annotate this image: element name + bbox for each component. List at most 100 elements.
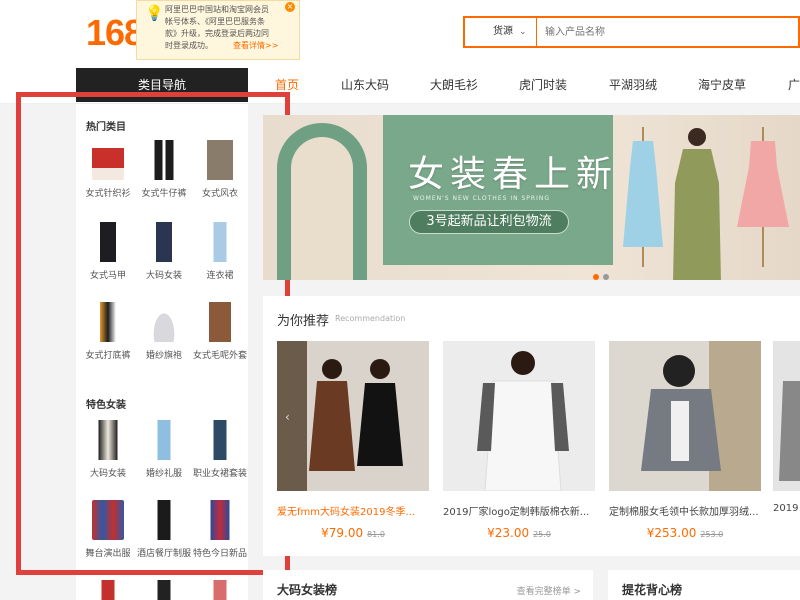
stage-costume-thumbnail <box>92 500 124 540</box>
category-label: 女式打底裤 <box>85 351 131 361</box>
category-item[interactable]: 女式风衣 <box>192 140 248 202</box>
product-image <box>773 341 800 491</box>
uniform-thumbnail <box>148 500 180 540</box>
cape-thumbnail <box>204 500 236 540</box>
category-label: 连衣裙 <box>206 271 234 281</box>
view-details-link[interactable]: 查看详情>> <box>233 41 278 50</box>
product-card[interactable]: ‹ 爱无fmm大码女装2019冬季... ¥79.00 81.0 <box>277 341 429 540</box>
product-image <box>443 341 595 492</box>
category-item[interactable]: 职业女裙套装 <box>192 420 248 482</box>
category-item[interactable]: 婚纱旗袍 <box>136 302 192 364</box>
site-logo[interactable]: 168 <box>86 12 144 54</box>
nav-item-pinghu[interactable]: 平湖羽绒 <box>609 76 657 93</box>
category-item[interactable]: 舞台演出服 <box>80 500 136 562</box>
category-item[interactable]: 女式牛仔裤 <box>136 140 192 202</box>
category-item[interactable]: 酒店餐厅制服 <box>136 500 192 562</box>
recommendation-section: 为你推荐 Recommendation ‹ 爱无fmm大码女装2019冬季...… <box>263 296 800 556</box>
nav-item-dalang[interactable]: 大朗毛衫 <box>430 76 478 93</box>
dress-thumbnail <box>204 222 236 262</box>
carousel-dots <box>593 265 613 280</box>
product-name: 2019厂家logo定制韩版棉衣新... <box>443 507 590 518</box>
product-card-partial[interactable]: 2019 <box>773 341 800 514</box>
search-input[interactable] <box>545 24 795 40</box>
board-title: 提花背心榜 <box>622 583 683 597</box>
pink-dress-mannequin-icon <box>737 127 789 267</box>
category-item[interactable]: 婚纱礼服 <box>136 420 192 482</box>
tooltip-line: 帐号体系、《阿里巴巴服务条 <box>165 17 265 26</box>
banner-title: 女装春上新 <box>408 154 619 195</box>
product-name: 2019 <box>773 503 799 514</box>
category-label: 女式风衣 <box>201 189 238 199</box>
category-item[interactable]: 女式毛呢外套 <box>192 302 248 364</box>
nav-item-home[interactable]: 首页 <box>275 76 299 93</box>
trench-coat-thumbnail <box>204 140 236 180</box>
category-label: 大码女装 <box>145 271 182 281</box>
category-item-partial[interactable] <box>136 580 192 600</box>
category-label: 女式牛仔裤 <box>141 189 187 199</box>
close-icon[interactable]: × <box>285 2 295 12</box>
category-label: 女式针织衫 <box>85 189 131 199</box>
product-card[interactable]: 2019厂家logo定制韩版棉衣新... ¥23.00 25.0 <box>443 341 595 540</box>
board-title: 大码女装榜 <box>277 583 338 597</box>
banner-subtitle: WOMEN'S NEW CLOTHES IN SPRING <box>413 195 550 202</box>
work-suit-thumbnail <box>204 420 236 460</box>
carousel-dot[interactable] <box>593 274 599 280</box>
source-label: 货源 <box>493 26 513 37</box>
product-card[interactable]: 定制棉服女毛领中长款加厚羽绒... ¥253.00 253.0 <box>609 341 761 540</box>
main-nav: 类目导航 首页 山东大码 大朗毛衫 虎门时装 平湖羽绒 海宁皮草 广 <box>0 66 800 104</box>
gown-thumbnail <box>148 420 180 460</box>
category-label: 酒店餐厅制服 <box>136 549 191 559</box>
category-label: 大码女装 <box>89 469 126 479</box>
product-price: ¥23.00 25.0 <box>487 526 551 540</box>
category-label: 舞台演出服 <box>85 549 131 559</box>
arch-decoration <box>291 137 353 280</box>
nav-item-shandong[interactable]: 山东大码 <box>341 76 389 93</box>
vest-thumbnail <box>92 222 124 262</box>
category-item-partial[interactable] <box>80 580 136 600</box>
svg-text:‹: ‹ <box>285 410 290 424</box>
category-label: 婚纱旗袍 <box>145 351 182 361</box>
section-title: 为你推荐 <box>277 314 330 329</box>
product-price: ¥253.00 253.0 <box>646 526 724 540</box>
product-name: 爱无fmm大码女装2019冬季... <box>277 507 415 518</box>
category-label: 职业女裙套装 <box>192 469 247 479</box>
category-nav-button[interactable]: 类目导航 <box>76 68 248 102</box>
special-categories-title: 特色女装 <box>86 400 126 411</box>
view-full-list-link[interactable]: 查看完整榜单 > <box>517 584 581 597</box>
category-item[interactable]: 大码女装 <box>80 420 136 482</box>
category-label: 特色今日新品 <box>192 549 247 559</box>
product-name: 定制棉服女毛领中长款加厚羽绒... <box>609 507 759 518</box>
lightbulb-icon: 💡 <box>145 4 164 22</box>
category-item[interactable]: 女式打底裤 <box>80 302 136 364</box>
category-panel: 热门类目 女式针织衫 女式牛仔裤 女式风衣 女式马甲 大码女装 连衣裙 女式打底… <box>76 104 248 600</box>
search-bar: 货源 ⌄ <box>463 16 800 48</box>
category-item-partial[interactable] <box>192 580 248 600</box>
nav-item-guang[interactable]: 广 <box>788 76 800 93</box>
hot-categories-title: 热门类目 <box>86 122 126 133</box>
category-item[interactable]: 女式针织衫 <box>80 140 136 202</box>
category-label: 女式马甲 <box>89 271 126 281</box>
category-item[interactable]: 连衣裙 <box>192 222 248 284</box>
promo-banner[interactable]: 女装春上新 WOMEN'S NEW CLOTHES IN SPRING 3号起新… <box>263 115 800 280</box>
nav-item-haining[interactable]: 海宁皮草 <box>698 76 746 93</box>
knit-sweater-thumbnail <box>92 140 124 180</box>
category-item[interactable]: 大码女装 <box>136 222 192 284</box>
tooltip-line: 款》升级，完成登录后两边同 <box>165 29 269 38</box>
category-label: 女式毛呢外套 <box>192 351 247 361</box>
category-item[interactable]: 女式马甲 <box>80 222 136 284</box>
plus-size-dress-thumbnail <box>92 420 124 460</box>
plus-size-thumbnail <box>148 222 180 262</box>
nav-item-humen[interactable]: 虎门时装 <box>519 76 567 93</box>
product-image: ‹ <box>277 341 429 491</box>
source-dropdown[interactable]: 货源 ⌄ <box>465 18 537 46</box>
category-thumbnail <box>204 580 236 600</box>
tooltip-line: 阿里巴巴中国站和淘宝网会员 <box>165 5 269 14</box>
category-thumbnail <box>92 580 124 600</box>
login-notice-tooltip: 💡 × 阿里巴巴中国站和淘宝网会员 帐号体系、《阿里巴巴服务条 款》升级，完成登… <box>136 0 300 60</box>
banner-promo: 3号起新品让利包物流 <box>409 210 569 234</box>
wedding-dress-thumbnail <box>148 302 180 342</box>
category-item[interactable]: 特色今日新品 <box>192 500 248 562</box>
tooltip-line: 时登录成功。 查看详情>> <box>165 41 279 50</box>
model-green-outfit-icon <box>673 128 721 280</box>
carousel-dot[interactable] <box>603 274 609 280</box>
